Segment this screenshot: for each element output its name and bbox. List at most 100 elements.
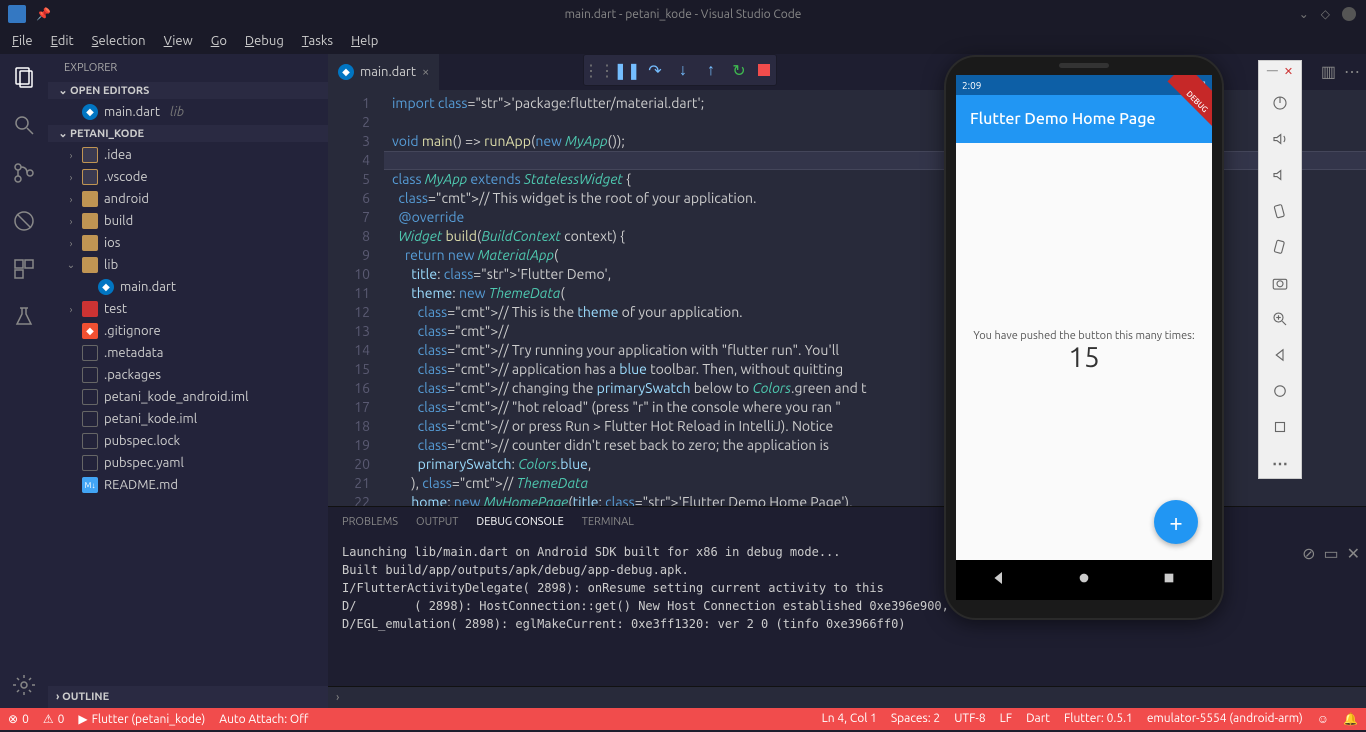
tree-item-label: README.md <box>104 478 178 492</box>
emu-camera-icon[interactable] <box>1269 272 1291 294</box>
restart-icon[interactable]: ↻ <box>730 61 748 79</box>
project-section[interactable]: ⌄PETANI_KODE <box>48 125 328 142</box>
close-tab-icon[interactable]: × <box>422 65 429 79</box>
fab-button[interactable]: + <box>1154 500 1198 544</box>
tree-item-android[interactable]: ›android <box>48 188 328 210</box>
more-icon[interactable]: ⋯ <box>1344 62 1360 81</box>
emu-back-icon[interactable] <box>1269 344 1291 366</box>
menu-help[interactable]: Help <box>343 32 386 50</box>
menu-edit[interactable]: Edit <box>43 32 82 50</box>
emu-minimize-icon[interactable]: — <box>1267 65 1278 78</box>
emu-close-icon[interactable]: ✕ <box>1284 65 1293 78</box>
sidebar: EXPLORER ⌄OPEN EDITORS ◆ main.dart lib ⌄… <box>48 54 328 708</box>
explorer-icon[interactable] <box>11 64 37 90</box>
menu-file[interactable]: File <box>4 32 41 50</box>
output-tab[interactable]: OUTPUT <box>416 516 458 528</box>
settings-icon[interactable] <box>11 672 37 698</box>
menu-debug[interactable]: Debug <box>237 32 292 50</box>
maximize-icon[interactable]: ◇ <box>1321 7 1330 21</box>
drag-handle-icon[interactable]: ⋮⋮ <box>590 61 608 79</box>
stop-icon[interactable] <box>758 64 770 76</box>
txt-icon <box>82 367 98 383</box>
open-editors-label: OPEN EDITORS <box>70 85 149 97</box>
chevron-icon: › <box>66 150 76 161</box>
home-icon[interactable] <box>1076 570 1092 590</box>
outline-section[interactable]: › OUTLINE <box>48 686 328 708</box>
pause-icon[interactable]: ❚❚ <box>618 61 636 79</box>
status-language[interactable]: Dart <box>1026 712 1050 726</box>
tree-item--gitignore[interactable]: ›◆.gitignore <box>48 320 328 342</box>
tree-item-ios[interactable]: ›ios <box>48 232 328 254</box>
status-auto-attach[interactable]: Auto Attach: Off <box>219 713 308 726</box>
emu-volume-up-icon[interactable] <box>1269 128 1291 150</box>
status-eol[interactable]: LF <box>1000 712 1012 726</box>
panel-layout-icon[interactable]: ▭ <box>1323 544 1338 563</box>
window-title: main.dart - petani_kode - Visual Studio … <box>565 8 802 21</box>
tree-item-petani_kode_android-iml[interactable]: ›petani_kode_android.iml <box>48 386 328 408</box>
emu-more-icon[interactable]: ⋯ <box>1269 452 1291 474</box>
menu-view[interactable]: View <box>156 32 201 50</box>
status-cursor[interactable]: Ln 4, Col 1 <box>822 712 877 726</box>
emu-rotate-right-icon[interactable] <box>1269 236 1291 258</box>
tree-item--idea[interactable]: › .idea <box>48 144 328 166</box>
tree-item--metadata[interactable]: ›.metadata <box>48 342 328 364</box>
tree-item-petani_kode-iml[interactable]: ›petani_kode.iml <box>48 408 328 430</box>
recent-icon[interactable] <box>1161 570 1177 590</box>
menu-selection[interactable]: Selection <box>84 32 154 50</box>
minimize-icon[interactable]: ⌄ <box>1299 7 1309 21</box>
test-icon[interactable] <box>11 304 37 330</box>
split-editor-icon[interactable]: ▥ <box>1321 62 1336 81</box>
step-over-icon[interactable]: ↷ <box>646 61 664 79</box>
open-editors-section[interactable]: ⌄OPEN EDITORS <box>48 82 328 99</box>
emu-volume-down-icon[interactable] <box>1269 164 1291 186</box>
tree-item--packages[interactable]: ›.packages <box>48 364 328 386</box>
status-launch[interactable]: ▶ Flutter (petani_kode) <box>78 712 205 726</box>
breadcrumb-bar[interactable]: › <box>328 686 1366 708</box>
status-feedback-icon[interactable]: ☺ <box>1317 712 1329 726</box>
tree-item-pubspec-yaml[interactable]: ›pubspec.yaml <box>48 452 328 474</box>
editor-tab[interactable]: ◆ main.dart × <box>328 54 439 90</box>
status-bell-icon[interactable]: 🔔 <box>1343 712 1358 726</box>
debug-console-tab[interactable]: DEBUG CONSOLE <box>476 516 563 528</box>
emu-home-icon[interactable] <box>1269 380 1291 402</box>
emu-power-icon[interactable] <box>1269 92 1291 114</box>
tree-item-lib[interactable]: ⌄lib <box>48 254 328 276</box>
step-out-icon[interactable]: ↑ <box>702 61 720 79</box>
emu-rotate-left-icon[interactable] <box>1269 200 1291 222</box>
txt-icon <box>82 433 98 449</box>
status-flutter[interactable]: Flutter: 0.5.1 <box>1064 712 1133 726</box>
step-into-icon[interactable]: ↓ <box>674 61 692 79</box>
tree-item-label: .idea <box>104 148 132 162</box>
phone-screen[interactable]: 2:09 ▸◧ Flutter Demo Home Page DEBUG You… <box>956 75 1212 600</box>
menu-go[interactable]: Go <box>203 32 235 50</box>
emu-zoom-icon[interactable] <box>1269 308 1291 330</box>
tree-item-main-dart[interactable]: ›◆main.dart <box>48 276 328 298</box>
tree-item-test[interactable]: ›test <box>48 298 328 320</box>
debug-icon[interactable] <box>11 208 37 234</box>
open-editor-item[interactable]: ◆ main.dart lib <box>48 101 328 123</box>
terminal-tab[interactable]: TERMINAL <box>582 516 634 528</box>
close-icon[interactable] <box>1342 7 1356 21</box>
problems-tab[interactable]: PROBLEMS <box>342 516 398 528</box>
extensions-icon[interactable] <box>11 256 37 282</box>
search-icon[interactable] <box>11 112 37 138</box>
status-spaces[interactable]: Spaces: 2 <box>891 712 940 726</box>
status-device[interactable]: emulator-5554 (android-arm) <box>1147 712 1303 726</box>
tree-item-build[interactable]: ›build <box>48 210 328 232</box>
tree-item-README-md[interactable]: ›M↓README.md <box>48 474 328 496</box>
status-encoding[interactable]: UTF-8 <box>954 712 985 726</box>
back-icon[interactable] <box>991 570 1007 590</box>
emu-overview-icon[interactable] <box>1269 416 1291 438</box>
menu-tasks[interactable]: Tasks <box>294 32 341 50</box>
project-label: PETANI_KODE <box>70 128 144 140</box>
clear-console-icon[interactable]: ⊘ <box>1302 544 1315 563</box>
tree-item--vscode[interactable]: ›.vscode <box>48 166 328 188</box>
panel-close-icon[interactable]: ✕ <box>1347 544 1360 563</box>
debug-toolbar[interactable]: ⋮⋮ ❚❚ ↷ ↓ ↑ ↻ <box>583 54 777 86</box>
status-warnings[interactable]: ⚠ 0 <box>43 712 65 726</box>
status-errors[interactable]: ⊗ 0 <box>8 712 29 726</box>
open-editor-name: main.dart <box>104 105 160 119</box>
md-icon: M↓ <box>82 477 98 493</box>
tree-item-pubspec-lock[interactable]: ›pubspec.lock <box>48 430 328 452</box>
git-icon[interactable] <box>11 160 37 186</box>
